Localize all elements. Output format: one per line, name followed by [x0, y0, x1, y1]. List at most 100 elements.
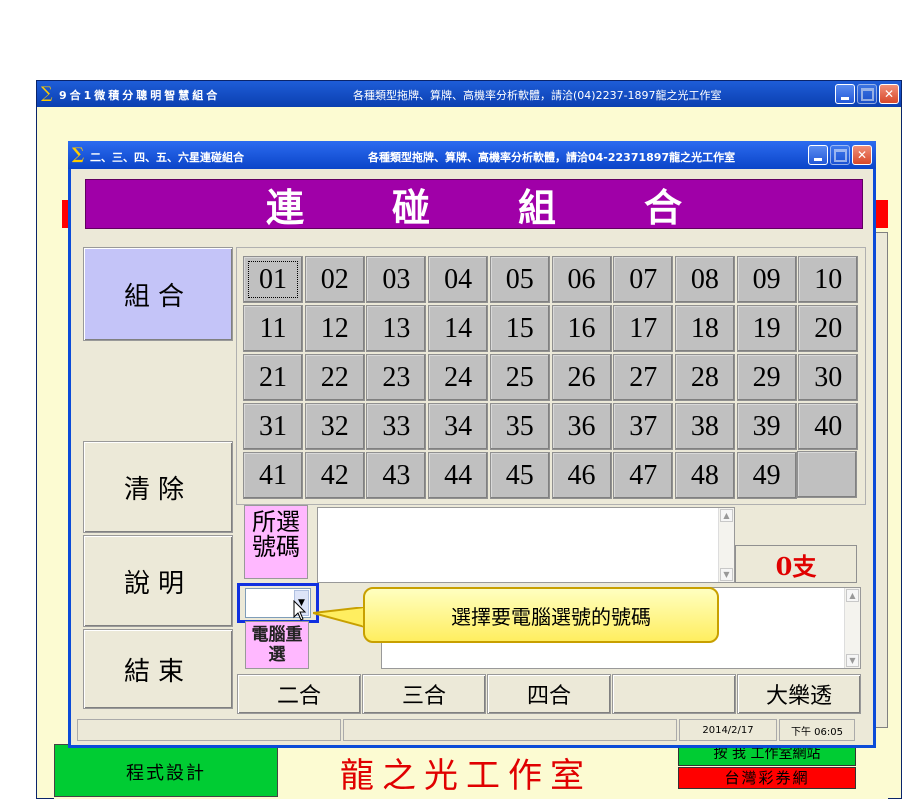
empty-grid-cell [797, 451, 857, 498]
number-button-11[interactable]: 11 [243, 305, 303, 352]
number-button-07[interactable]: 07 [613, 256, 674, 303]
two-combo-button[interactable]: 二合 [237, 674, 361, 714]
number-button-48[interactable]: 48 [674, 452, 735, 499]
studio-name: 龍之光工作室 [340, 756, 592, 796]
number-button-47[interactable]: 47 [613, 452, 674, 499]
dialog-title-bar[interactable]: ∑ 二、三、四、五、六星連碰組合 各種類型拖牌、算牌、高機率分析軟體，請洽04-… [68, 141, 876, 169]
number-button-40[interactable]: 40 [798, 403, 859, 450]
scroll-down-icon[interactable]: ▼ [846, 654, 859, 667]
scroll-up-icon[interactable]: ▲ [846, 589, 859, 602]
number-button-21[interactable]: 21 [243, 354, 303, 401]
lotto-button[interactable]: 大樂透 [737, 674, 861, 714]
number-button-15[interactable]: 15 [489, 305, 550, 352]
help-button[interactable]: 說明 [83, 535, 233, 627]
number-button-28[interactable]: 28 [674, 354, 735, 401]
status-cell [343, 719, 677, 741]
number-button-18[interactable]: 18 [674, 305, 735, 352]
number-button-06[interactable]: 06 [551, 256, 612, 303]
computer-reselect-button[interactable]: 電腦重選 [245, 621, 309, 669]
minimize-icon[interactable] [835, 84, 855, 104]
number-button-13[interactable]: 13 [366, 305, 427, 352]
three-combo-button[interactable]: 三合 [362, 674, 486, 714]
tooltip-pointer [313, 607, 365, 629]
number-grid: 01 02 03 04 05 06 07 08 09 10 11 12 13 14 15 16 17 18 19 20… [236, 247, 866, 505]
background-title-ad: 各種類型拖牌、算牌、高機率分析軟體，請洽(04)2237-1897龍之光工作室 [353, 89, 722, 102]
maximize-icon[interactable] [857, 84, 877, 104]
exit-button[interactable]: 結束 [83, 629, 233, 709]
dialog-window-controls [808, 145, 872, 165]
number-button-36[interactable]: 36 [551, 403, 612, 450]
background-title: 9合1微積分聰明智慧組合 [59, 89, 221, 102]
status-bar: 2014/2/17 下午 06:05 [77, 719, 869, 741]
number-button-31[interactable]: 31 [243, 403, 303, 450]
header-char: 碰 [391, 184, 430, 230]
tooltip: 選擇要電腦選號的號碼 [363, 587, 719, 643]
background-title-bar[interactable]: ∑ 9合1微積分聰明智慧組合 各種類型拖牌、算牌、高機率分析軟體，請洽(04)2… [37, 81, 901, 107]
number-button-49[interactable]: 49 [736, 452, 797, 499]
four-combo-button[interactable]: 四合 [487, 674, 611, 714]
combine-button[interactable]: 組合 [83, 247, 233, 341]
number-button-38[interactable]: 38 [674, 403, 735, 450]
number-button-32[interactable]: 32 [304, 403, 365, 450]
number-button-30[interactable]: 30 [798, 354, 859, 401]
number-button-24[interactable]: 24 [428, 354, 489, 401]
number-button-27[interactable]: 27 [613, 354, 674, 401]
result-scrollbar[interactable]: ▲ ▼ [844, 588, 860, 668]
number-button-37[interactable]: 37 [613, 403, 674, 450]
number-button-41[interactable]: 41 [243, 452, 303, 499]
number-button-39[interactable]: 39 [736, 403, 797, 450]
number-button-46[interactable]: 46 [551, 452, 612, 499]
status-cell [77, 719, 341, 741]
scroll-down-icon[interactable]: ▼ [720, 568, 733, 581]
number-button-04[interactable]: 04 [428, 256, 489, 303]
number-button-43[interactable]: 43 [366, 452, 427, 499]
close-icon[interactable] [852, 145, 872, 165]
number-button-14[interactable]: 14 [428, 305, 489, 352]
number-button-16[interactable]: 16 [551, 305, 612, 352]
number-button-09[interactable]: 09 [736, 256, 797, 303]
number-button-33[interactable]: 33 [366, 403, 427, 450]
number-button-44[interactable]: 44 [428, 452, 489, 499]
status-date: 2014/2/17 [679, 719, 777, 741]
header-char: 連 [265, 184, 304, 230]
scroll-up-icon[interactable]: ▲ [720, 509, 733, 522]
blank-button[interactable] [612, 674, 736, 714]
number-button-42[interactable]: 42 [304, 452, 365, 499]
number-button-22[interactable]: 22 [304, 354, 365, 401]
selected-numbers-label: 所選號碼 [244, 505, 308, 579]
close-icon[interactable] [879, 84, 899, 104]
number-button-45[interactable]: 45 [489, 452, 550, 499]
number-button-10[interactable]: 10 [798, 256, 859, 303]
maximize-icon[interactable] [830, 145, 850, 165]
number-button-35[interactable]: 35 [489, 403, 550, 450]
background-footer: 程式設計 龍之光工作室 按 我 工作室網站 台灣彩券網 [54, 744, 888, 799]
number-button-08[interactable]: 08 [674, 256, 735, 303]
number-button-29[interactable]: 29 [736, 354, 797, 401]
number-button-34[interactable]: 34 [428, 403, 489, 450]
program-design-button[interactable]: 程式設計 [54, 744, 278, 797]
selected-count: 0支 [735, 545, 857, 583]
header-char: 組 [517, 184, 556, 230]
selected-scrollbar[interactable]: ▲ ▼ [718, 508, 734, 582]
number-button-01[interactable]: 01 [243, 256, 303, 303]
number-button-02[interactable]: 02 [304, 256, 365, 303]
background-window-controls [835, 84, 899, 104]
status-time: 下午 06:05 [779, 719, 855, 741]
number-button-26[interactable]: 26 [551, 354, 612, 401]
clear-button[interactable]: 清除 [83, 441, 233, 533]
number-button-25[interactable]: 25 [489, 354, 550, 401]
number-button-20[interactable]: 20 [798, 305, 859, 352]
minimize-icon[interactable] [808, 145, 828, 165]
dialog-title-ad: 各種類型拖牌、算牌、高機率分析軟體，請洽04-22371897龍之光工作室 [368, 151, 736, 164]
header-char: 合 [643, 184, 682, 230]
number-button-05[interactable]: 05 [489, 256, 550, 303]
mouse-cursor-icon [293, 600, 307, 621]
selected-numbers-box[interactable]: ▲ ▼ [317, 507, 735, 583]
number-button-19[interactable]: 19 [736, 305, 797, 352]
number-button-12[interactable]: 12 [304, 305, 365, 352]
dialog-title: 二、三、四、五、六星連碰組合 [90, 151, 244, 164]
number-button-03[interactable]: 03 [366, 256, 427, 303]
number-button-23[interactable]: 23 [366, 354, 427, 401]
number-button-17[interactable]: 17 [613, 305, 674, 352]
taiwan-lottery-link[interactable]: 台灣彩券網 [678, 767, 856, 789]
